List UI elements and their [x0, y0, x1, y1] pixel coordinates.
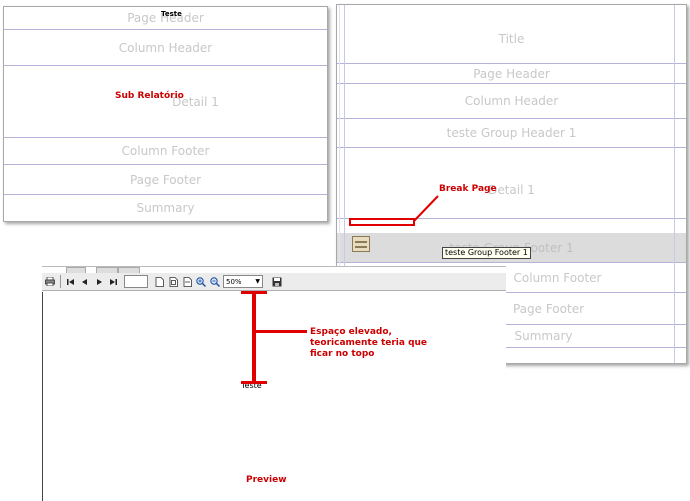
print-icon[interactable] [44, 275, 56, 288]
espaco-annotation-line1: Espaço elevado, [310, 327, 392, 337]
preview-page-area: Teste [42, 292, 506, 501]
first-page-icon[interactable] [65, 275, 77, 288]
fit-width-icon[interactable] [181, 275, 193, 288]
espaco-annotation-line3: ficar no topo [310, 349, 375, 359]
zoom-select[interactable]: 50% ▼ [223, 275, 263, 288]
gap-marker-bottom [241, 381, 267, 384]
preview-annotation: Preview [246, 475, 287, 485]
save-icon[interactable] [271, 275, 283, 288]
previous-page-icon[interactable] [79, 275, 91, 288]
report-preview-window: 50% ▼ Teste [42, 266, 506, 501]
zoom-in-icon[interactable] [195, 275, 207, 288]
gap-marker-pointer [255, 330, 307, 333]
espaco-annotation-line2: teoricamente teria que [310, 338, 428, 348]
zoom-out-icon[interactable] [209, 275, 221, 288]
zoom-value: 50% [226, 277, 242, 286]
preview-toolbar: 50% ▼ [42, 273, 506, 291]
last-page-icon[interactable] [107, 275, 119, 288]
gap-marker-vertical [252, 291, 256, 383]
actual-size-icon[interactable] [153, 275, 165, 288]
chevron-down-icon: ▼ [255, 278, 260, 285]
page-number-input[interactable] [124, 275, 148, 288]
next-page-icon[interactable] [93, 275, 105, 288]
toolbar-separator [60, 275, 61, 288]
fit-page-icon[interactable] [167, 275, 179, 288]
